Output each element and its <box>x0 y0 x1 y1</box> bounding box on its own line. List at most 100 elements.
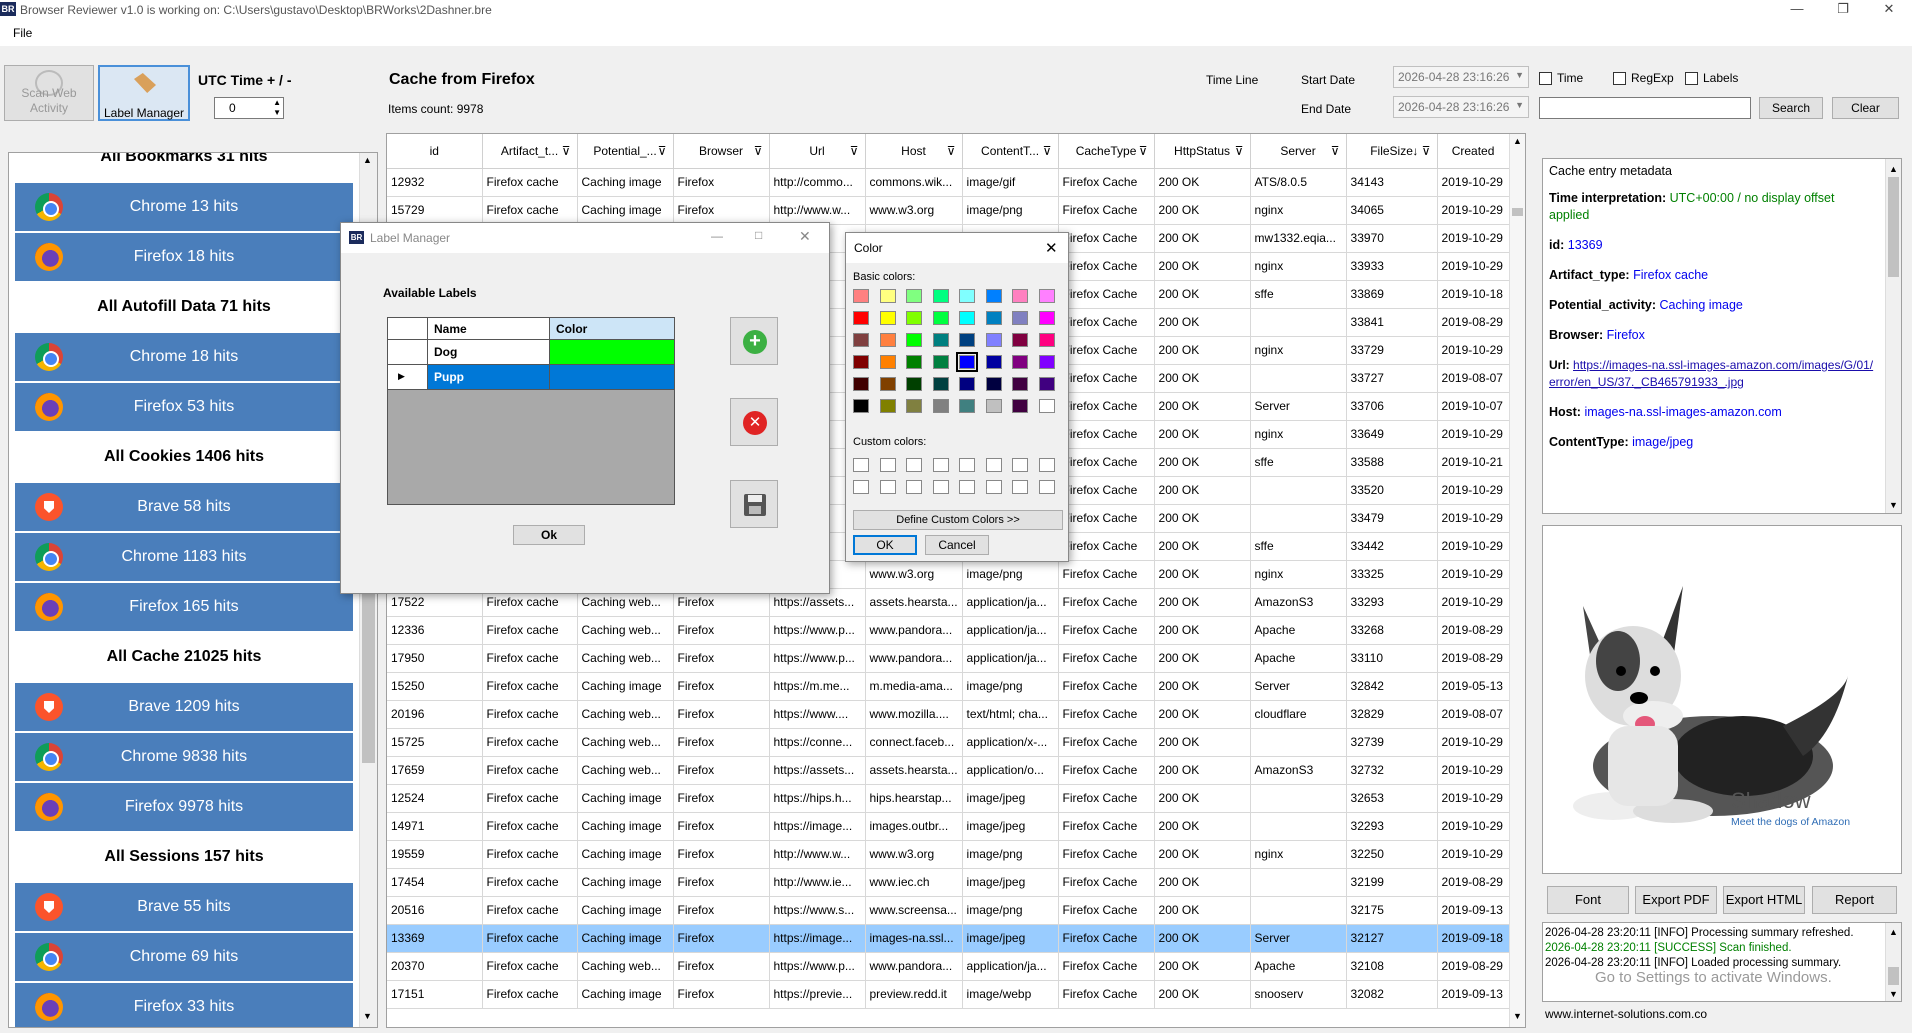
color-swatch[interactable] <box>959 311 975 325</box>
define-custom-colors-button[interactable]: Define Custom Colors >> <box>853 510 1063 530</box>
color-swatch[interactable] <box>879 355 896 369</box>
export-html-button[interactable]: Export HTML <box>1723 886 1805 914</box>
column-header[interactable]: Browser ⊽ <box>673 134 770 169</box>
browser-item[interactable]: Firefox 9978 hits <box>15 783 353 831</box>
checkbox-box[interactable] <box>1539 72 1552 86</box>
scan-web-activity-button[interactable]: Scan Web Activity <box>4 65 94 121</box>
scroll-down-icon[interactable]: ▼ <box>1889 987 1898 1001</box>
label-manager-button[interactable]: Label Manager <box>98 65 190 121</box>
color-swatch[interactable] <box>959 289 975 303</box>
custom-color-slot[interactable] <box>1012 480 1028 494</box>
color-swatch[interactable] <box>1012 355 1028 369</box>
color-swatch[interactable] <box>1038 399 1055 413</box>
category-header[interactable]: All Cache 21025 hits <box>15 633 353 681</box>
table-row[interactable]: 17151 Firefox cache Caching image Firefox ht… <box>387 980 1510 1009</box>
filter-icon[interactable]: ⊽ <box>1235 144 1244 158</box>
color-swatch[interactable] <box>959 333 975 347</box>
color-swatch[interactable] <box>985 399 1002 413</box>
custom-color-slot[interactable] <box>879 480 896 494</box>
table-row[interactable]: 17950 Firefox cache Caching web... Firefox h… <box>387 644 1510 673</box>
table-row[interactable]: 20196 Firefox cache Caching web... Firefox h… <box>387 700 1510 729</box>
color-swatch[interactable] <box>906 289 922 303</box>
custom-color-slot[interactable] <box>985 458 1002 472</box>
custom-color-slot[interactable] <box>1038 458 1055 472</box>
delete-label-button[interactable]: ✕ <box>730 398 778 446</box>
grid-scrollbar[interactable]: ▲ ▼ <box>1509 134 1525 1027</box>
maximize-button[interactable]: ❐ <box>1820 0 1866 20</box>
custom-color-slot[interactable] <box>906 480 922 494</box>
color-swatch[interactable] <box>932 311 949 325</box>
end-date-picker[interactable]: 2026-04-28 23:16:26 ▼ <box>1393 96 1529 118</box>
custom-color-slot[interactable] <box>959 480 975 494</box>
minimize-button[interactable]: — <box>1774 0 1820 20</box>
stepper-arrows-icon[interactable]: ▲ ▼ <box>273 98 281 118</box>
checkbox-box[interactable] <box>1613 72 1626 86</box>
filter-icon[interactable]: ⊽ <box>850 144 859 158</box>
browser-item[interactable]: Firefox 18 hits <box>15 233 353 281</box>
column-header[interactable]: HttpStatus ⊽ <box>1154 134 1251 169</box>
color-ok-button[interactable]: OK <box>853 535 917 555</box>
color-swatch[interactable] <box>853 311 869 325</box>
color-swatch[interactable] <box>853 333 869 347</box>
color-swatch[interactable] <box>906 333 922 347</box>
color-swatch[interactable] <box>906 377 922 391</box>
row-header[interactable] <box>388 340 428 365</box>
scroll-down-icon[interactable]: ▼ <box>1889 497 1898 513</box>
url-link[interactable]: https://images-na.ssl-images-amazon.com/… <box>1549 358 1873 389</box>
add-label-button[interactable]: + <box>730 317 778 365</box>
custom-color-slot[interactable] <box>906 458 922 472</box>
custom-color-slot[interactable] <box>879 458 896 472</box>
column-header[interactable]: FileSize ↓ ⊽ <box>1346 134 1438 169</box>
ok-button[interactable]: Ok <box>513 525 585 545</box>
custom-color-slot[interactable] <box>932 480 949 494</box>
color-swatch[interactable] <box>932 333 949 347</box>
labels-checkbox[interactable]: Labels <box>1685 71 1738 86</box>
custom-color-slot[interactable] <box>1038 480 1055 494</box>
color-swatch[interactable] <box>906 399 922 413</box>
browser-item[interactable]: Chrome 1183 hits <box>15 533 353 581</box>
column-header[interactable]: CacheType ⊽ <box>1058 134 1155 169</box>
column-header[interactable]: ContentT... ⊽ <box>962 134 1059 169</box>
color-swatch[interactable] <box>906 355 922 369</box>
table-row[interactable]: 15725 Firefox cache Caching web... Firefox h… <box>387 728 1510 757</box>
minimize-button[interactable]: — <box>711 229 723 243</box>
label-name-cell[interactable]: Dog <box>428 340 550 365</box>
scroll-down-icon[interactable]: ▼ <box>1513 1011 1522 1021</box>
row-selector-arrow-icon[interactable]: ▶ <box>388 365 428 390</box>
color-swatch[interactable] <box>959 399 975 413</box>
column-header[interactable]: id <box>387 134 483 169</box>
time-checkbox[interactable]: Time <box>1539 71 1583 86</box>
browser-item[interactable]: Brave 1209 hits <box>15 683 353 731</box>
filter-icon[interactable]: ⊽ <box>562 144 571 158</box>
scroll-down-icon[interactable]: ▼ <box>363 1011 372 1021</box>
scroll-thumb[interactable] <box>1888 967 1899 985</box>
filter-icon[interactable]: ⊽ <box>1043 144 1052 158</box>
color-swatch[interactable] <box>1012 333 1028 347</box>
column-header[interactable]: Artifact_t... ⊽ <box>482 134 578 169</box>
color-swatch[interactable] <box>985 333 1002 347</box>
browser-item[interactable]: Firefox 53 hits <box>15 383 353 431</box>
custom-color-slot[interactable] <box>932 458 949 472</box>
footer-link[interactable]: www.internet-solutions.com.co <box>1545 1007 1707 1021</box>
close-button[interactable]: ✕ <box>1045 239 1058 257</box>
scroll-up-icon[interactable]: ▲ <box>363 155 372 165</box>
color-swatch[interactable] <box>932 289 949 303</box>
column-header[interactable]: Host ⊽ <box>865 134 963 169</box>
regexp-checkbox[interactable]: RegExp <box>1613 71 1674 86</box>
name-column-header[interactable]: Name <box>428 318 550 340</box>
color-swatch[interactable] <box>853 289 869 303</box>
browser-item[interactable]: Firefox 165 hits <box>15 583 353 631</box>
export-pdf-button[interactable]: Export PDF <box>1635 886 1717 914</box>
browser-item[interactable]: Chrome 9838 hits <box>15 733 353 781</box>
color-swatch[interactable] <box>879 377 896 391</box>
color-swatch[interactable] <box>1038 311 1055 325</box>
table-row[interactable]: 13369 Firefox cache Caching image Firefox ht… <box>387 924 1510 953</box>
browser-item[interactable]: Chrome 69 hits <box>15 933 353 981</box>
log-scrollbar[interactable]: ▲ ▼ <box>1885 923 1901 1001</box>
color-swatch[interactable] <box>956 352 978 372</box>
category-header[interactable]: All Sessions 157 hits <box>15 833 353 881</box>
color-cancel-button[interactable]: Cancel <box>925 535 989 555</box>
color-swatch[interactable] <box>853 399 869 413</box>
category-header[interactable]: All Bookmarks 31 hits <box>15 153 353 181</box>
maximize-button[interactable]: □ <box>755 228 762 242</box>
